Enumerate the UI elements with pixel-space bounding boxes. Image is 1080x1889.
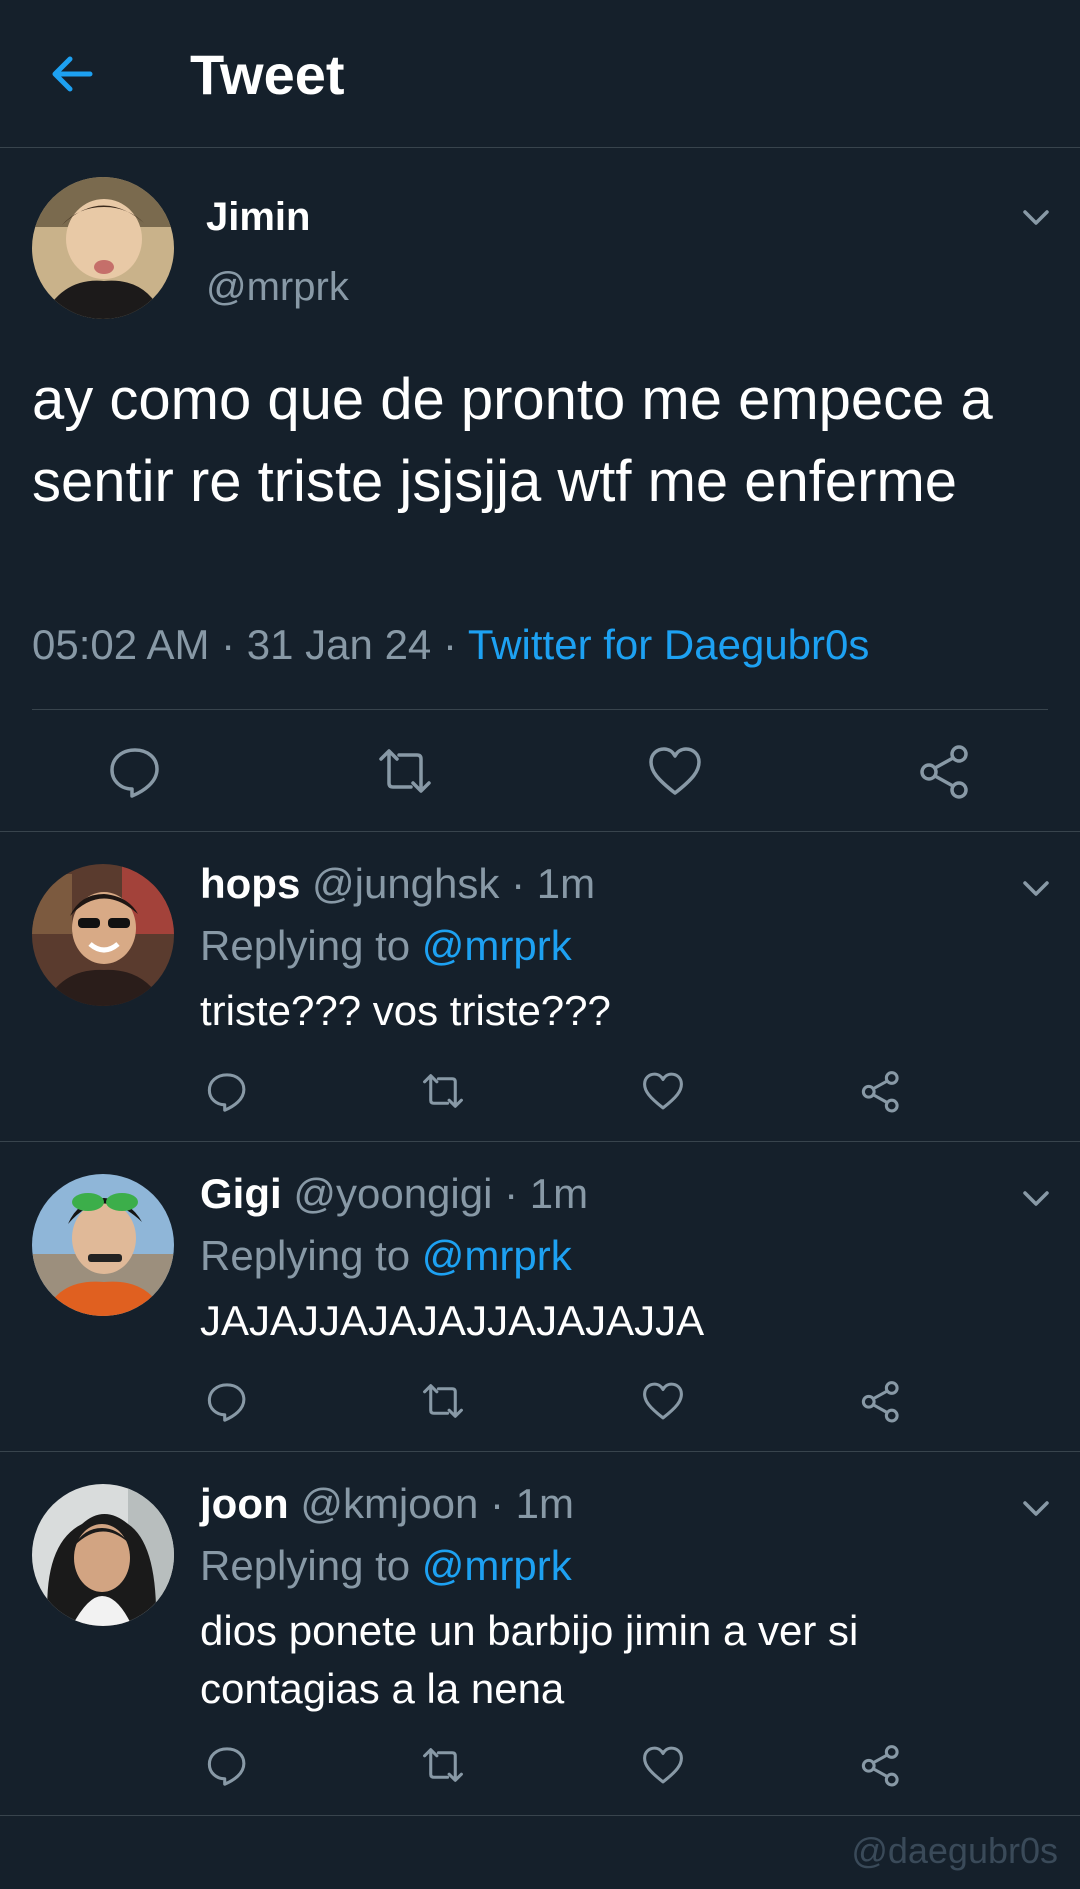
share-icon: [861, 1745, 899, 1787]
mention-link[interactable]: @mrprk: [422, 1542, 572, 1589]
replying-to: Replying to @mrprk: [200, 922, 572, 970]
author-handle[interactable]: @mrprk: [206, 265, 349, 310]
avatar[interactable]: [32, 1174, 174, 1316]
mention-link[interactable]: @mrprk: [422, 1232, 572, 1279]
like-button[interactable]: [645, 741, 705, 801]
reply-tweet[interactable]: Gigi @yoongigi · 1m Replying to @mrprk J…: [0, 1142, 1080, 1452]
author-handle[interactable]: @junghsk: [312, 860, 499, 907]
replying-to: Replying to @mrprk: [200, 1542, 572, 1590]
comment-icon: [207, 1073, 246, 1112]
tweet-time: 05:02 AM: [32, 621, 210, 668]
chevron-down-icon: [1023, 210, 1049, 225]
reply-button[interactable]: [204, 1068, 250, 1114]
more-options-button[interactable]: [1016, 1488, 1056, 1528]
separator: ·: [492, 1170, 530, 1217]
top-bar: Tweet: [0, 0, 1080, 148]
mention-link[interactable]: @mrprk: [422, 922, 572, 969]
more-options-button[interactable]: [1016, 197, 1056, 237]
reply-button[interactable]: [204, 1378, 250, 1424]
replying-label: Replying to: [200, 922, 411, 969]
share-button[interactable]: [858, 1068, 904, 1114]
replying-to: Replying to @mrprk: [200, 1232, 572, 1280]
share-icon: [920, 745, 968, 799]
comment-icon: [207, 1383, 246, 1422]
reply-header: hops @junghsk · 1m: [200, 860, 595, 908]
separator: ·: [499, 860, 537, 907]
watermark: @daegubr0s: [851, 1830, 1058, 1871]
retweet-button[interactable]: [420, 1378, 466, 1424]
author-name[interactable]: hops: [200, 860, 300, 907]
tweet-source-link[interactable]: Twitter for Daegubr0s: [468, 621, 870, 668]
author-name[interactable]: Jimin: [206, 195, 310, 240]
comment-icon: [207, 1747, 246, 1786]
like-button[interactable]: [640, 1742, 686, 1788]
tweet-age: 1m: [536, 860, 596, 907]
author-handle[interactable]: @kmjoon: [300, 1480, 478, 1527]
retweet-icon: [423, 1384, 463, 1418]
reply-tweet[interactable]: hops @junghsk · 1m Replying to @mrprk tr…: [0, 832, 1080, 1142]
reply-tweet[interactable]: joon @kmjoon · 1m Replying to @mrprk dio…: [0, 1452, 1080, 1816]
heart-icon: [643, 1746, 683, 1784]
reply-button[interactable]: [204, 1742, 250, 1788]
replying-label: Replying to: [200, 1232, 411, 1279]
retweet-button[interactable]: [420, 1742, 466, 1788]
heart-icon: [649, 747, 701, 795]
tweet-age: 1m: [529, 1170, 589, 1217]
chevron-down-icon: [1023, 1191, 1049, 1206]
more-options-button[interactable]: [1016, 868, 1056, 908]
heart-icon: [643, 1072, 683, 1110]
chevron-down-icon: [1023, 881, 1049, 896]
retweet-button[interactable]: [375, 741, 435, 801]
back-button[interactable]: [42, 44, 102, 104]
author-name[interactable]: joon: [200, 1480, 289, 1527]
more-options-button[interactable]: [1016, 1178, 1056, 1218]
reply-text: JAJAJJAJAJAJJAJAJAJJA: [200, 1297, 705, 1344]
page-title: Tweet: [190, 43, 345, 106]
reply-button[interactable]: [105, 741, 165, 801]
reply-text: triste??? vos triste???: [200, 987, 611, 1034]
heart-icon: [643, 1382, 683, 1420]
reply-header: joon @kmjoon · 1m: [200, 1480, 574, 1528]
like-button[interactable]: [640, 1378, 686, 1424]
tweet-age: 1m: [515, 1480, 575, 1527]
separator: ·: [478, 1480, 516, 1527]
chevron-down-icon: [1023, 1501, 1049, 1516]
arrow-left-icon: [52, 56, 93, 92]
share-button[interactable]: [858, 1742, 904, 1788]
divider: [32, 709, 1048, 710]
share-icon: [861, 1071, 899, 1113]
share-button[interactable]: [915, 741, 975, 801]
separator: ·: [431, 621, 468, 668]
author-handle[interactable]: @yoongigi: [293, 1170, 492, 1217]
like-button[interactable]: [640, 1068, 686, 1114]
author-name[interactable]: Gigi: [200, 1170, 282, 1217]
tweet-date: 31 Jan 24: [246, 621, 432, 668]
main-tweet: Jimin @mrprk ay como que de pronto me em…: [0, 149, 1080, 832]
avatar[interactable]: [32, 864, 174, 1006]
avatar[interactable]: [32, 1484, 174, 1626]
retweet-icon: [423, 1748, 463, 1782]
separator: ·: [209, 621, 247, 668]
share-button[interactable]: [858, 1378, 904, 1424]
retweet-icon: [379, 749, 431, 793]
retweet-button[interactable]: [420, 1068, 466, 1114]
avatar[interactable]: [32, 177, 174, 319]
retweet-icon: [423, 1074, 463, 1108]
share-icon: [861, 1381, 899, 1423]
reply-header: Gigi @yoongigi · 1m: [200, 1170, 588, 1218]
tweet-meta: 05:02 AM · 31 Jan 24 · Twitter for Daegu…: [32, 621, 869, 669]
tweet-text: ay como que de pronto me empece a sentir…: [32, 367, 993, 514]
comment-icon: [110, 748, 159, 798]
replying-label: Replying to: [200, 1542, 411, 1589]
reply-text: dios ponete un barbijo jimin a ver si co…: [200, 1607, 859, 1712]
